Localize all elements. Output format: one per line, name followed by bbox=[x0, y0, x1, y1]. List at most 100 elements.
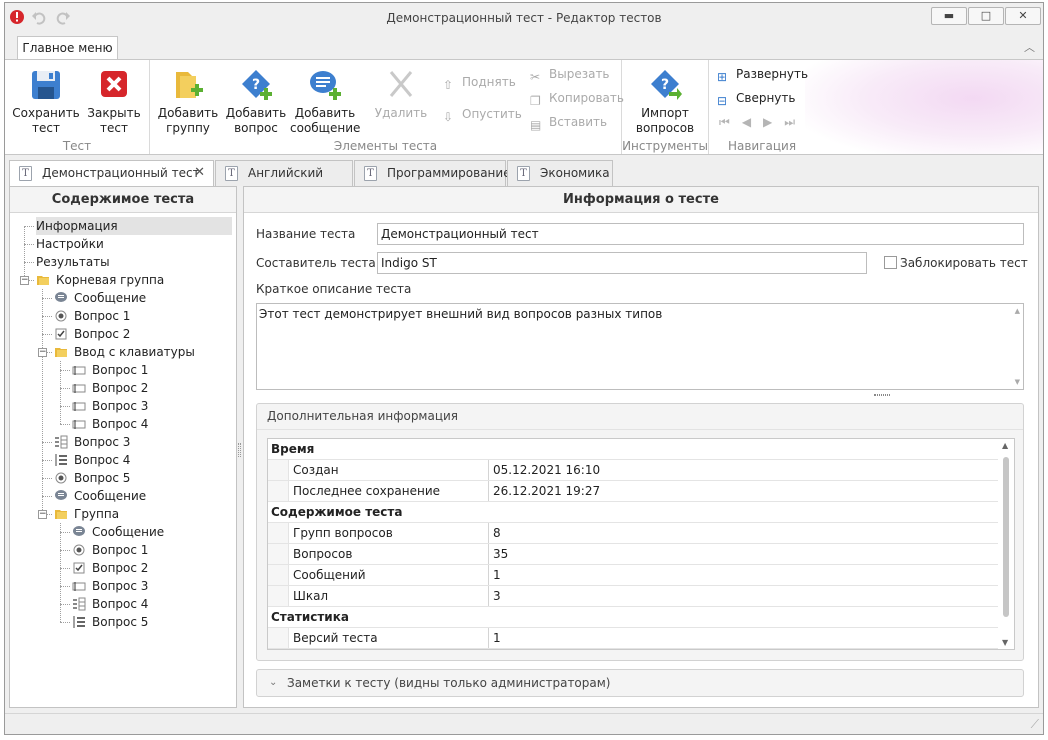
grid-value[interactable]: 35 bbox=[488, 544, 996, 564]
grid-value[interactable]: 05.12.2021 16:10 bbox=[488, 460, 996, 480]
tree-question[interactable]: Вопрос 2 bbox=[54, 325, 130, 343]
minimize-button[interactable]: ▬ bbox=[931, 7, 967, 25]
test-name-input[interactable]: Демонстрационный тест bbox=[377, 223, 1024, 245]
add-group-button[interactable]: Добавить группу bbox=[153, 68, 223, 136]
cut-button[interactable]: ✂ Вырезать bbox=[530, 64, 610, 84]
grid-category[interactable]: Статистика bbox=[268, 607, 1014, 628]
tree-question[interactable]: Вопрос 4 bbox=[72, 415, 148, 433]
tree-question[interactable]: Вопрос 1 bbox=[72, 541, 148, 559]
panel-splitter[interactable] bbox=[238, 443, 241, 457]
test-file-icon: T bbox=[19, 166, 32, 181]
grid-category[interactable]: Время bbox=[268, 439, 1014, 460]
tree-item-label: Результаты bbox=[36, 255, 110, 269]
first-icon[interactable]: ⏮ bbox=[719, 115, 742, 129]
tree-item[interactable]: Настройки bbox=[36, 235, 104, 253]
paste-button[interactable]: ▤ Вставить bbox=[530, 112, 607, 132]
grid-row[interactable]: Шкал 3 bbox=[268, 586, 1014, 607]
add-question-button[interactable]: ? Добавить вопрос bbox=[221, 68, 291, 136]
grid-value[interactable]: 3 bbox=[488, 586, 996, 606]
message-icon bbox=[55, 292, 67, 302]
resize-grip-icon[interactable]: ⟋ bbox=[1031, 717, 1039, 732]
grid-row[interactable]: Последнее сохранение 26.12.2021 19:27 bbox=[268, 481, 1014, 502]
tree-question[interactable]: Вопрос 5 bbox=[54, 469, 130, 487]
test-file-icon: T bbox=[517, 166, 530, 181]
description-scrollbar[interactable]: ▲ ▼ bbox=[1009, 304, 1023, 389]
import-questions-button[interactable]: ? Импорт вопросов bbox=[630, 68, 700, 136]
tree-guide-line bbox=[60, 406, 70, 407]
tree-group[interactable]: Ввод с клавиатуры bbox=[54, 343, 195, 361]
grid-value[interactable]: 26.12.2021 19:27 bbox=[488, 481, 996, 501]
delete-button[interactable]: Удалить bbox=[366, 68, 436, 121]
info-grid[interactable]: Время Создан 05.12.2021 16:10 Последнее сох… bbox=[267, 438, 1015, 650]
main-menu-tab[interactable]: Главное меню bbox=[17, 36, 118, 60]
tree-item-label: Вопрос 1 bbox=[92, 363, 149, 377]
maximize-button[interactable]: □ bbox=[968, 7, 1004, 25]
close-test-button[interactable]: Закрыть тест bbox=[79, 68, 149, 136]
admin-notes-label: Заметки к тесту (видны только администра… bbox=[287, 676, 611, 690]
tree-question[interactable]: Вопрос 1 bbox=[72, 361, 148, 379]
scroll-up-icon[interactable]: ▲ bbox=[1015, 307, 1020, 315]
grid-scroll-thumb[interactable] bbox=[1003, 457, 1009, 617]
lock-test-label: Заблокировать тест bbox=[900, 256, 1028, 270]
grid-row[interactable]: Версий теста 1 bbox=[268, 628, 1014, 649]
prev-icon[interactable]: ◀ bbox=[742, 115, 763, 129]
tree-question[interactable]: Вопрос 3 bbox=[54, 433, 130, 451]
tree-message[interactable]: Сообщение bbox=[54, 487, 146, 505]
tree-question[interactable]: Вопрос 5 bbox=[72, 613, 148, 631]
tab-close-icon[interactable]: ✕ bbox=[194, 161, 205, 185]
scroll-up-icon[interactable]: ▲ bbox=[1002, 441, 1008, 450]
tree-group[interactable]: Корневая группа bbox=[36, 271, 164, 289]
expand-button[interactable]: ⊞ Развернуть bbox=[717, 64, 808, 84]
collapse-button[interactable]: ⊟ Свернуть bbox=[717, 88, 795, 108]
grid-row[interactable]: Создан 05.12.2021 16:10 bbox=[268, 460, 1014, 481]
lock-test-checkbox[interactable] bbox=[884, 256, 897, 269]
tree-question[interactable]: Вопрос 3 bbox=[72, 397, 148, 415]
tree-question[interactable]: Вопрос 4 bbox=[72, 595, 148, 613]
copy-button[interactable]: ❐ Копировать bbox=[530, 88, 624, 108]
collapse-node-icon[interactable]: − bbox=[38, 510, 47, 519]
tree-item[interactable]: Информация bbox=[36, 217, 232, 235]
tree-message[interactable]: Сообщение bbox=[72, 523, 164, 541]
save-test-button[interactable]: Сохранить тест bbox=[11, 68, 81, 136]
collapse-node-icon[interactable]: − bbox=[20, 276, 29, 285]
grid-row[interactable]: Вопросов 35 bbox=[268, 544, 1014, 565]
tree-guide-line bbox=[24, 262, 34, 263]
move-down-button[interactable]: ⇩ Опустить bbox=[443, 104, 522, 124]
description-splitter[interactable] bbox=[874, 394, 890, 396]
tree-message[interactable]: Сообщение bbox=[54, 289, 146, 307]
test-author-input[interactable]: Indigo ST bbox=[377, 252, 867, 274]
close-window-button[interactable]: ✕ bbox=[1005, 7, 1041, 25]
grid-value[interactable]: 1 bbox=[488, 628, 996, 648]
tree-item[interactable]: Результаты bbox=[36, 253, 110, 271]
tab-demo-test[interactable]: T Демонстрационный тест ✕ bbox=[9, 160, 214, 187]
move-up-button[interactable]: ⇧ Поднять bbox=[443, 72, 516, 92]
grid-category[interactable]: Содержимое теста bbox=[268, 502, 1014, 523]
scroll-down-icon[interactable]: ▼ bbox=[1015, 378, 1020, 386]
tree-question[interactable]: Вопрос 2 bbox=[72, 559, 148, 577]
tab-english[interactable]: TАнглийский язык bbox=[215, 160, 353, 204]
next-icon[interactable]: ▶ bbox=[763, 115, 784, 129]
grid-value[interactable]: 8 bbox=[488, 523, 996, 543]
description-textarea[interactable]: Этот тест демонстрирует внешний вид вопр… bbox=[256, 303, 1024, 390]
tree-group[interactable]: Группа bbox=[54, 505, 119, 523]
collapse-node-icon[interactable]: − bbox=[38, 348, 47, 357]
grid-row[interactable]: Групп вопросов 8 bbox=[268, 523, 1014, 544]
grid-value[interactable]: 1 bbox=[488, 565, 996, 585]
add-message-button[interactable]: Добавить сообщение bbox=[290, 68, 360, 136]
last-icon[interactable]: ⏭ bbox=[784, 115, 807, 129]
tab-label: Экономика bbox=[540, 166, 610, 180]
tab-economics[interactable]: T Экономика bbox=[507, 160, 613, 186]
test-file-icon: T bbox=[225, 166, 238, 181]
grid-row[interactable]: Сообщений 1 bbox=[268, 565, 1014, 586]
tree-question[interactable]: Вопрос 3 bbox=[72, 577, 148, 595]
grid-scrollbar[interactable]: ▲ ▼ bbox=[998, 439, 1014, 649]
admin-notes-group[interactable]: ⌄ Заметки к тесту (видны только администр… bbox=[256, 669, 1024, 697]
tab-programming[interactable]: T Программирование bbox=[354, 160, 511, 186]
scroll-down-icon[interactable]: ▼ bbox=[1002, 638, 1008, 647]
ribbon-collapse-icon[interactable]: ︿ bbox=[1024, 39, 1035, 55]
tree-question[interactable]: Вопрос 1 bbox=[54, 307, 130, 325]
nav-arrows[interactable]: ⏮◀▶⏭ bbox=[719, 112, 807, 132]
tree-question[interactable]: Вопрос 4 bbox=[54, 451, 130, 469]
tree-question[interactable]: Вопрос 2 bbox=[72, 379, 148, 397]
grid-category-label: Статистика bbox=[271, 610, 349, 624]
